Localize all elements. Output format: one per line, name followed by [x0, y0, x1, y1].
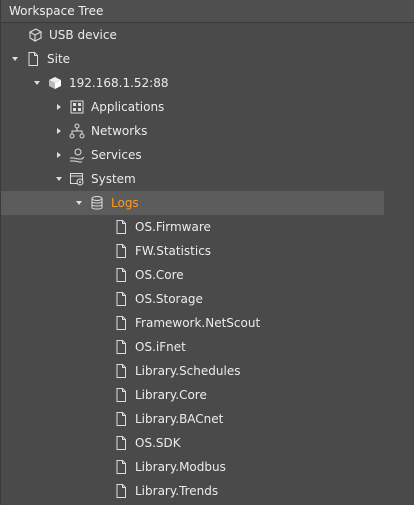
- log-item-label: Framework.NetScout: [135, 316, 261, 330]
- document-icon: [113, 435, 129, 451]
- document-icon: [113, 267, 129, 283]
- log-item[interactable]: FW.Statistics: [113, 239, 211, 263]
- log-item[interactable]: Library.Core: [113, 383, 207, 407]
- log-item[interactable]: Library.Trends: [113, 479, 218, 503]
- log-item-label: FW.Statistics: [135, 244, 212, 258]
- log-item-label: OS.Firmware: [135, 220, 211, 234]
- tree-item-label: USB device: [49, 28, 117, 42]
- collapsed-arrow-icon[interactable]: [55, 103, 63, 111]
- log-item[interactable]: Library.BACnet: [113, 407, 223, 431]
- device-cube-icon: [47, 75, 63, 91]
- collapsed-arrow-icon[interactable]: [55, 151, 63, 159]
- database-icon: [89, 195, 105, 211]
- tree-item-applications[interactable]: Applications: [55, 95, 164, 119]
- workspace-tree-panel: Workspace Tree USB device Site 192.168.1…: [0, 0, 414, 505]
- tree-item-system[interactable]: System: [55, 167, 136, 191]
- document-icon: [113, 411, 129, 427]
- expanded-arrow-icon[interactable]: [33, 79, 41, 87]
- document-icon: [113, 315, 129, 331]
- services-hand-icon: [69, 147, 85, 163]
- log-item[interactable]: Library.Schedules: [113, 359, 240, 383]
- tree-item-label: 192.168.1.52:88: [69, 76, 169, 90]
- tree-item-label: Networks: [91, 124, 148, 138]
- log-item-label: Library.Modbus: [135, 460, 226, 474]
- log-item[interactable]: OS.iFnet: [113, 335, 186, 359]
- system-settings-icon: [69, 171, 85, 187]
- network-icon: [69, 123, 85, 139]
- log-item[interactable]: Library.Modbus: [113, 455, 226, 479]
- document-icon: [113, 243, 129, 259]
- document-icon: [113, 363, 129, 379]
- document-icon: [25, 51, 41, 67]
- tree-item-label: System: [91, 172, 136, 186]
- tree-item-usb-device[interactable]: USB device: [27, 23, 117, 47]
- log-item[interactable]: OS.Storage: [113, 287, 203, 311]
- tree-item-services[interactable]: Services: [55, 143, 142, 167]
- document-icon: [113, 291, 129, 307]
- log-item[interactable]: OS.SDK: [113, 431, 181, 455]
- log-item-label: Library.Schedules: [135, 364, 241, 378]
- tree-item-label: Logs: [111, 196, 139, 210]
- tree-item-logs[interactable]: Logs: [1, 191, 384, 215]
- log-item[interactable]: OS.Firmware: [113, 215, 211, 239]
- document-icon: [113, 339, 129, 355]
- log-item-label: OS.Core: [135, 268, 184, 282]
- log-item[interactable]: OS.Core: [113, 263, 184, 287]
- tree-item-site[interactable]: Site: [11, 47, 70, 71]
- document-icon: [113, 459, 129, 475]
- document-icon: [113, 483, 129, 499]
- log-item[interactable]: Framework.NetScout: [113, 311, 260, 335]
- tree-item-device[interactable]: 192.168.1.52:88: [33, 71, 168, 95]
- applications-icon: [69, 99, 85, 115]
- tree-item-networks[interactable]: Networks: [55, 119, 147, 143]
- expanded-arrow-icon[interactable]: [75, 199, 83, 207]
- tree-item-label: Site: [47, 52, 71, 66]
- log-item-label: OS.iFnet: [135, 340, 186, 354]
- expanded-arrow-icon[interactable]: [55, 175, 63, 183]
- usb-device-icon: [27, 27, 43, 43]
- log-item-label: Library.Trends: [135, 484, 219, 498]
- document-icon: [113, 387, 129, 403]
- panel-title: Workspace Tree: [1, 0, 414, 23]
- log-item-label: OS.Storage: [135, 292, 203, 306]
- expanded-arrow-icon[interactable]: [11, 55, 19, 63]
- log-item-label: Library.Core: [135, 388, 207, 402]
- tree-item-label: Applications: [91, 100, 165, 114]
- document-icon: [113, 219, 129, 235]
- collapsed-arrow-icon[interactable]: [55, 127, 63, 135]
- log-item-label: Library.BACnet: [135, 412, 224, 426]
- tree-item-label: Services: [91, 148, 142, 162]
- log-item-label: OS.SDK: [135, 436, 181, 450]
